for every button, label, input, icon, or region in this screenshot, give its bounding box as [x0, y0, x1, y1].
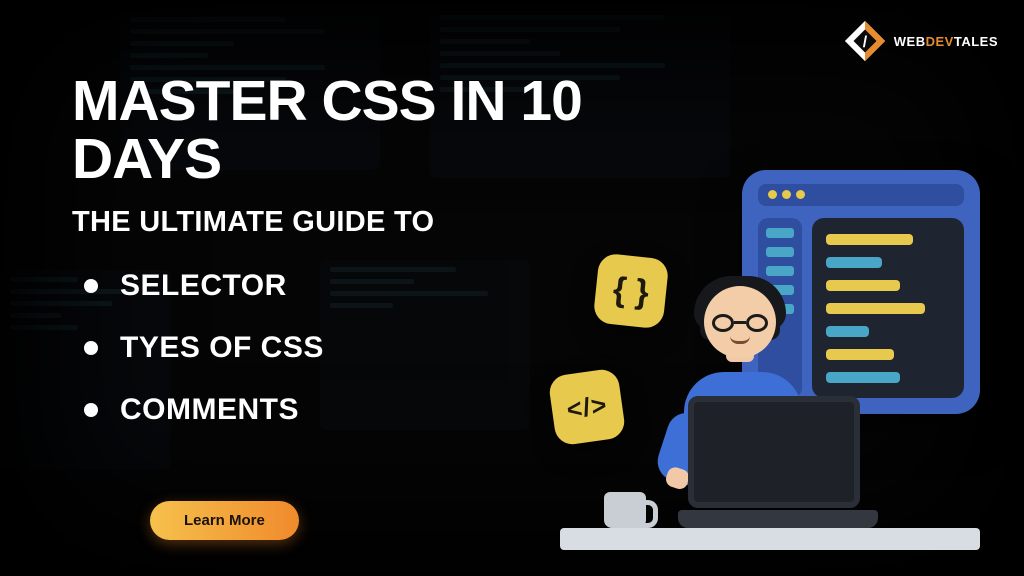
- list-item-label: SELECTOR: [120, 269, 287, 303]
- list-item: COMMENTS: [72, 393, 632, 427]
- feature-list: SELECTOR TYES OF CSS COMMENTS: [72, 269, 632, 427]
- headline-block: MASTER CSS IN 10 DAYS THE ULTIMATE GUIDE…: [72, 72, 632, 455]
- curly-braces-icon: { }: [593, 253, 670, 330]
- page-title: MASTER CSS IN 10 DAYS: [72, 72, 632, 188]
- brand-logo: / WEBDEVTALES: [842, 18, 998, 64]
- logo-text-web: WEB: [894, 34, 926, 49]
- logo-wordmark: WEBDEVTALES: [894, 34, 998, 49]
- laptop-icon: [678, 396, 878, 528]
- hero-illustration: { } </>: [560, 170, 980, 550]
- bullet-icon: [84, 279, 98, 293]
- logo-text-dev: DEV: [926, 34, 954, 49]
- bullet-icon: [84, 403, 98, 417]
- list-item: SELECTOR: [72, 269, 632, 303]
- list-item-label: COMMENTS: [120, 393, 299, 427]
- window-code-pane: [812, 218, 964, 398]
- code-tag-icon: </>: [547, 367, 626, 446]
- desk-surface: [560, 528, 980, 550]
- coffee-mug-icon: [604, 492, 646, 528]
- logo-mark-icon: /: [842, 18, 888, 64]
- svg-text:/: /: [863, 34, 868, 51]
- list-item: TYES OF CSS: [72, 331, 632, 365]
- page-subtitle: THE ULTIMATE GUIDE TO: [72, 206, 632, 239]
- chip-glyph: </>: [565, 389, 610, 425]
- chip-glyph: { }: [611, 270, 651, 313]
- logo-text-tales: TALES: [954, 34, 998, 49]
- learn-more-button[interactable]: Learn More: [150, 501, 299, 540]
- window-titlebar: [758, 184, 964, 206]
- bullet-icon: [84, 341, 98, 355]
- list-item-label: TYES OF CSS: [120, 331, 324, 365]
